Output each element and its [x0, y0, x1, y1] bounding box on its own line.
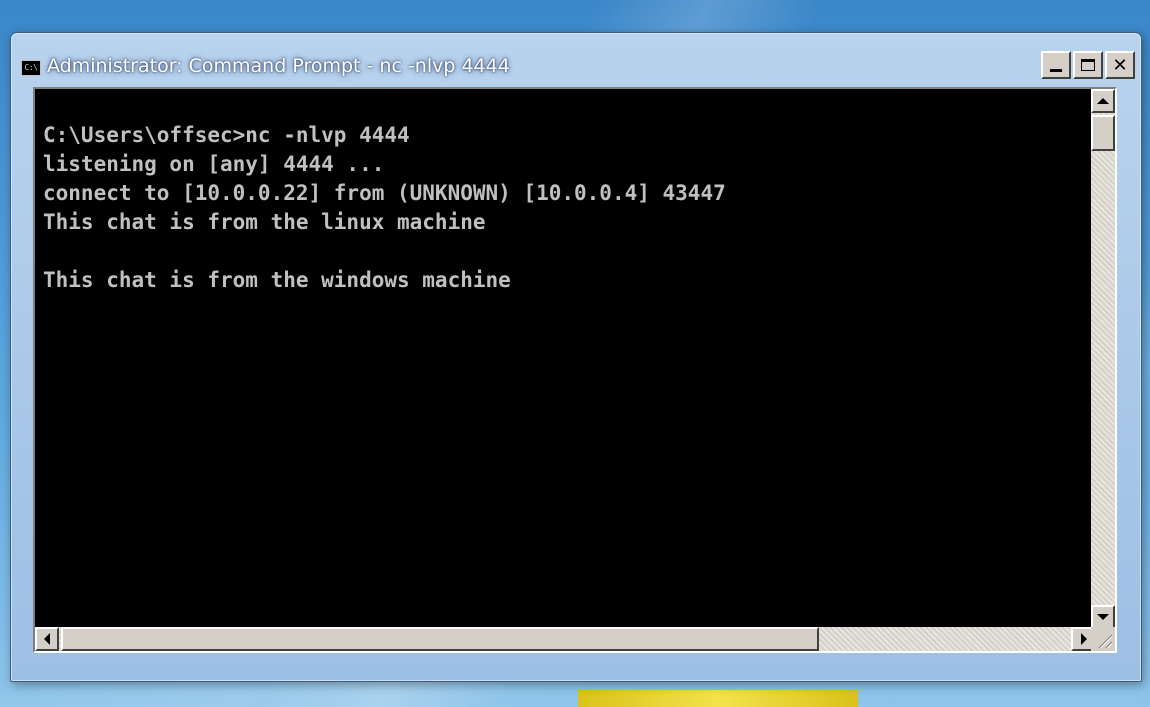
window-title: Administrator: Command Prompt - nc -nlvp… — [47, 55, 510, 77]
command-prompt-window: C:\ Administrator: Command Prompt - nc -… — [10, 32, 1142, 682]
maximize-button[interactable] — [1073, 51, 1103, 79]
arrow-down-icon — [1097, 614, 1109, 620]
console-line: connect to [10.0.0.22] from (UNKNOWN) [1… — [43, 181, 726, 205]
title-bar[interactable]: C:\ Administrator: Command Prompt - nc -… — [11, 33, 1141, 87]
maximize-icon — [1081, 59, 1095, 71]
horizontal-scroll-thumb[interactable] — [61, 627, 819, 651]
resize-grip[interactable] — [1091, 627, 1115, 651]
scroll-down-button[interactable] — [1091, 605, 1115, 629]
console-frame: C:\Users\offsec>nc -nlvp 4444 listening … — [33, 87, 1117, 653]
vertical-scroll-thumb[interactable] — [1091, 115, 1115, 151]
close-icon: ✕ — [1112, 54, 1128, 76]
arrow-up-icon — [1097, 98, 1109, 104]
minimize-icon — [1050, 68, 1062, 72]
console-output[interactable]: C:\Users\offsec>nc -nlvp 4444 listening … — [35, 89, 1095, 629]
window-controls: ✕ — [1039, 51, 1135, 81]
close-button[interactable]: ✕ — [1105, 51, 1135, 79]
console-line: This chat is from the windows machine — [43, 268, 511, 292]
arrow-right-icon — [1081, 633, 1087, 645]
resize-grip-icon — [1096, 632, 1112, 648]
console-line: C:\Users\offsec>nc -nlvp 4444 — [43, 123, 410, 147]
scroll-up-button[interactable] — [1091, 89, 1115, 113]
taskbar-item-peek — [578, 690, 858, 707]
cmd-icon[interactable]: C:\ — [21, 60, 41, 76]
arrow-left-icon — [44, 633, 50, 645]
horizontal-scrollbar[interactable] — [35, 627, 1095, 651]
vertical-scrollbar[interactable] — [1091, 89, 1115, 629]
console-line: This chat is from the linux machine — [43, 210, 486, 234]
scroll-left-button[interactable] — [35, 627, 59, 651]
console-line: listening on [any] 4444 ... — [43, 152, 385, 176]
minimize-button[interactable] — [1041, 51, 1071, 79]
